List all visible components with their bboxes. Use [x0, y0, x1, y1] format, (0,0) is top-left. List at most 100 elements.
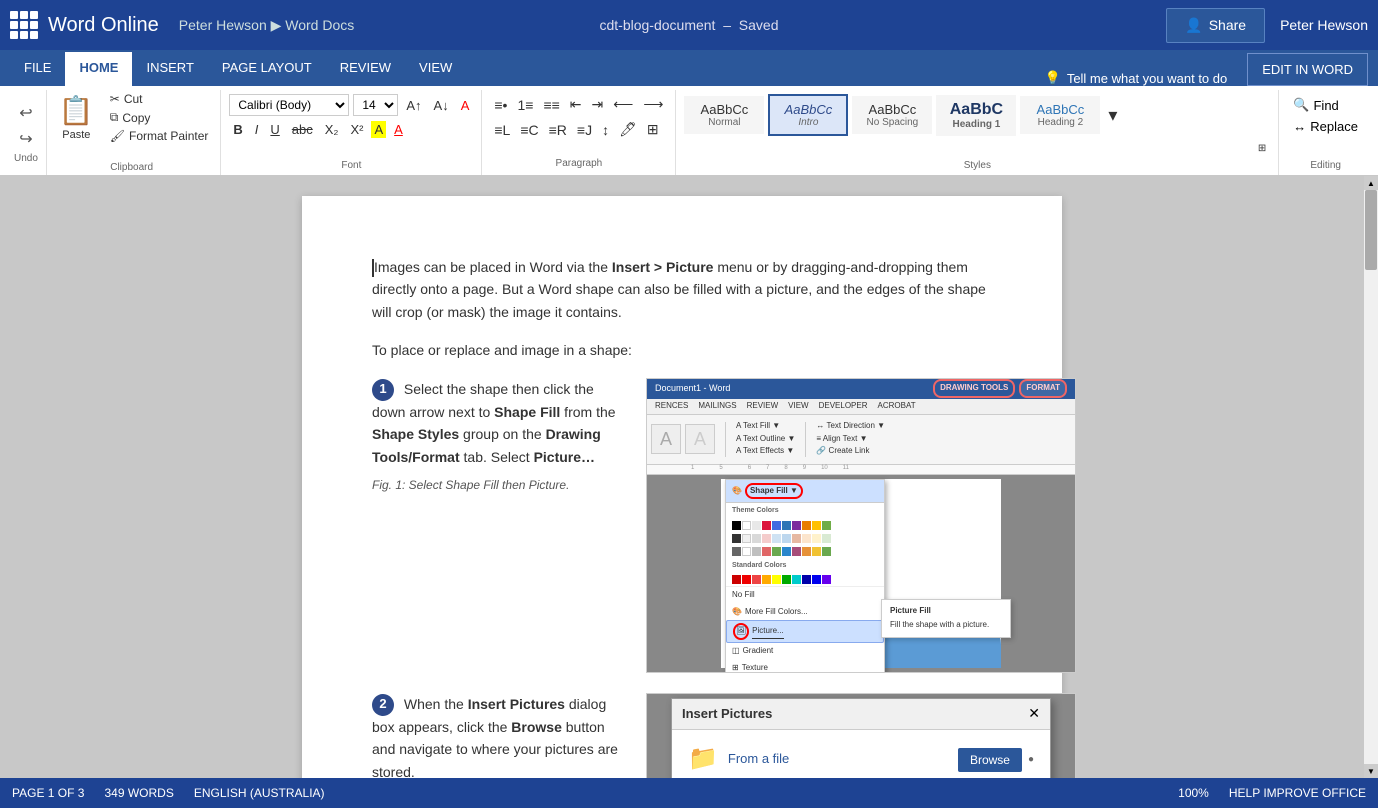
color-verylightgray [742, 534, 751, 543]
format-painter-icon: 🖌 [110, 129, 125, 143]
font-row2: B I U abc X₂ X² A A [229, 120, 473, 139]
font-family-select[interactable]: Calibri (Body) [229, 94, 349, 116]
font-color-button[interactable]: A [457, 96, 474, 115]
share-button[interactable]: 👤 Share [1166, 8, 1265, 43]
step1-number: 1 [372, 379, 394, 401]
undo-button[interactable]: ↩ [15, 101, 36, 125]
scroll-track[interactable] [1364, 190, 1378, 764]
step2-image: Insert Pictures ✕ 📁 From a file Browse [646, 693, 1076, 778]
underline-button[interactable]: U [266, 120, 283, 139]
mini-tab-view: VIEW [784, 399, 812, 414]
justify-button[interactable]: ≡J [573, 120, 596, 140]
tab-review[interactable]: REVIEW [326, 52, 405, 86]
scroll-down-button[interactable]: ▼ [1364, 764, 1378, 778]
mini-ruler: 1 5 6 7 8 9 10 11 [647, 465, 1075, 475]
word-count: 349 WORDS [104, 786, 173, 800]
browse-button[interactable]: Browse [958, 748, 1022, 772]
ltr-button[interactable]: ⟵ [609, 94, 637, 115]
align-center-button[interactable]: ≡C [516, 120, 542, 140]
font-grow-button[interactable]: A↑ [402, 96, 425, 115]
style-intro-button[interactable]: AaBbCc Intro [768, 94, 848, 136]
font-color-text-button[interactable]: A [390, 120, 407, 139]
color-green2 [822, 547, 831, 556]
mini-sep2 [805, 422, 806, 457]
paste-button[interactable]: 📋 Paste [51, 90, 102, 145]
styles-label: Styles [684, 160, 1270, 171]
borders-button[interactable]: ⊞ [643, 119, 663, 140]
no-fill-item: No Fill [726, 586, 884, 604]
tab-page-layout[interactable]: PAGE LAYOUT [208, 52, 326, 86]
tab-insert[interactable]: INSERT [132, 52, 207, 86]
cut-button[interactable]: ✂ Cut [106, 90, 213, 108]
decrease-indent-button[interactable]: ⇤ [566, 94, 586, 115]
color-lightgreen [822, 534, 831, 543]
edit-in-word-button[interactable]: EDIT IN WORD [1247, 53, 1368, 86]
increase-indent-button[interactable]: ⇥ [588, 94, 608, 115]
bold-button[interactable]: B [229, 120, 246, 139]
color-midgray [732, 547, 741, 556]
shape-fill-icon: 🎨 [732, 485, 742, 498]
line-spacing-button[interactable]: ↕ [598, 120, 613, 140]
picture-item-highlighted: 🖼 Picture... [726, 620, 884, 643]
more-colors-item: 🎨 More Fill Colors... [726, 604, 884, 621]
styles-more-button[interactable]: ▾ [1104, 105, 1121, 126]
document-scroll[interactable]: Images can be placed in Word via the Ins… [0, 176, 1364, 778]
find-button[interactable]: 🔍 Find [1287, 94, 1364, 116]
replace-button[interactable]: ↔ Replace [1287, 116, 1364, 137]
std-darkblue [802, 575, 811, 584]
waffle-icon[interactable] [10, 11, 38, 39]
tab-file[interactable]: FILE [10, 52, 65, 86]
multilevel-button[interactable]: ≡≡ [539, 95, 563, 115]
numbering-button[interactable]: 1≡ [513, 95, 537, 115]
dialog-close-button[interactable]: ✕ [1028, 705, 1040, 722]
style-nospace-button[interactable]: AaBbCc No Spacing [852, 96, 932, 134]
style-normal-button[interactable]: AaBbCc Normal [684, 96, 764, 134]
bullets-button[interactable]: ≡• [490, 95, 511, 115]
format-painter-button[interactable]: 🖌 Format Painter [106, 127, 213, 145]
mini-doc-title: Document1 - Word [655, 381, 730, 395]
italic-button[interactable]: I [251, 120, 263, 139]
right-scrollbar[interactable]: ▲ ▼ [1364, 176, 1378, 778]
align-right-button[interactable]: ≡R [545, 120, 571, 140]
from-file-icon: 📁 [688, 740, 718, 778]
paste-icon: 📋 [59, 94, 94, 127]
dialog-title: Insert Pictures [682, 704, 772, 725]
theme-color-row3 [726, 545, 884, 558]
texture-icon: ⊞ [732, 662, 739, 673]
style-h2-button[interactable]: AaBbCc Heading 2 [1020, 96, 1100, 134]
circle-highlight: ● [1028, 752, 1034, 768]
font-size-select[interactable]: 14 [353, 94, 398, 116]
scroll-up-button[interactable]: ▲ [1364, 176, 1378, 190]
format-badge: FORMAT [1019, 379, 1067, 398]
styles-dialog-button[interactable]: ⊞ [1254, 141, 1270, 156]
font-shrink-button[interactable]: A↓ [430, 96, 453, 115]
step-intro-text: To place or replace and image in a shape… [372, 339, 992, 361]
paragraph-label: Paragraph [490, 156, 667, 171]
color-lightyellow [812, 534, 821, 543]
align-left-button[interactable]: ≡L [490, 120, 514, 140]
paragraph-row2: ≡L ≡C ≡R ≡J ↕ 🖊 ⊞ [490, 119, 667, 140]
tab-home[interactable]: HOME [65, 52, 132, 86]
document-page[interactable]: Images can be placed in Word via the Ins… [302, 196, 1062, 778]
text-highlight-button[interactable]: A [371, 121, 386, 138]
subscript-button[interactable]: X₂ [321, 120, 343, 139]
find-icon: 🔍 [1293, 97, 1309, 113]
font-group-label: Font [229, 160, 473, 171]
copy-button[interactable]: ⧉ Copy [106, 108, 213, 127]
text-cursor [372, 259, 374, 277]
tell-me[interactable]: 💡 Tell me what you want to do [1035, 70, 1238, 86]
step2-screenshot: Insert Pictures ✕ 📁 From a file Browse [646, 693, 1076, 778]
superscript-button[interactable]: X² [346, 120, 367, 139]
scroll-thumb[interactable] [1365, 190, 1377, 270]
rtl-button[interactable]: ⟶ [639, 94, 667, 115]
strikethrough-button[interactable]: abc [288, 120, 317, 139]
shading-button[interactable]: 🖊 [615, 119, 641, 140]
intro-paragraph: Images can be placed in Word via the Ins… [372, 256, 992, 323]
standard-colors-label: Standard Colors [726, 558, 884, 573]
redo-button[interactable]: ↪ [15, 127, 36, 151]
mini-titlebar: Document1 - Word DRAWING TOOLS FORMAT [647, 379, 1075, 399]
style-h1-button[interactable]: AaBbC Heading 1 [936, 95, 1016, 136]
tab-view[interactable]: VIEW [405, 52, 466, 86]
mini-styles-section: A A [651, 424, 715, 454]
mini-tab-acrobat: ACROBAT [874, 399, 920, 414]
